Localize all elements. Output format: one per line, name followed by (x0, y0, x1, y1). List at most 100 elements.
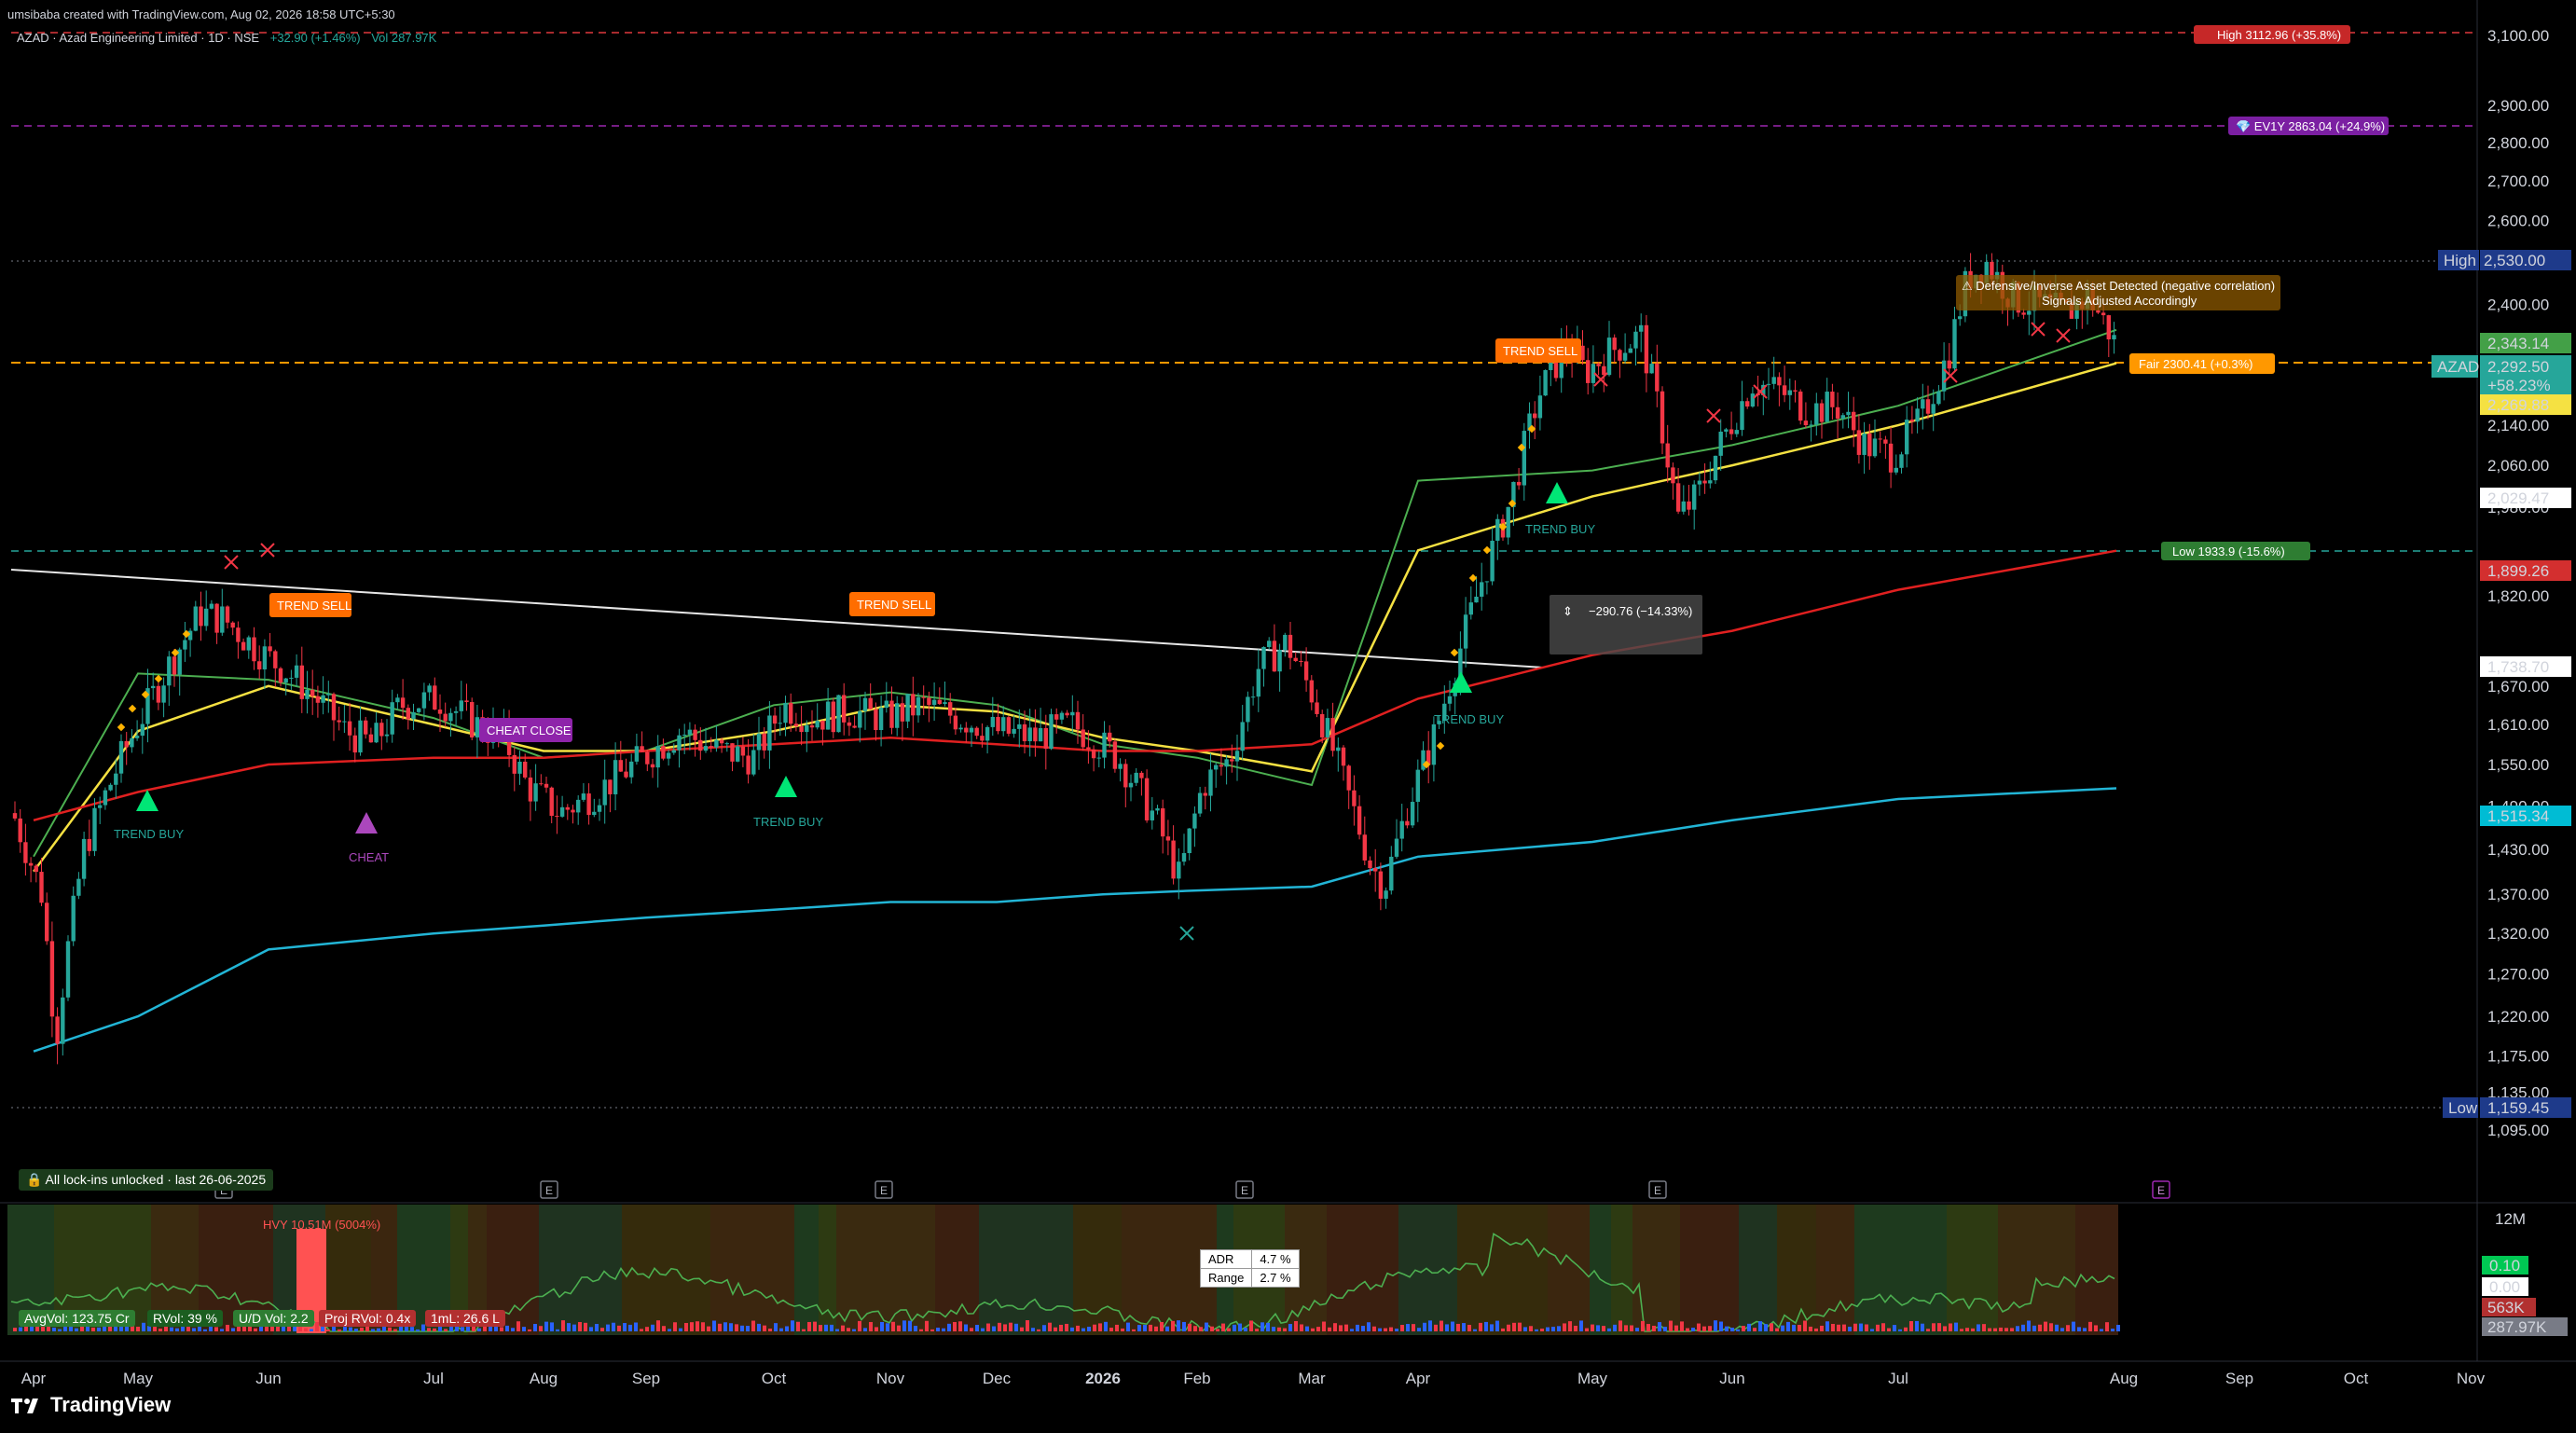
adr-label: ADR (1199, 1249, 1253, 1269)
candle-body-186 (1001, 717, 1006, 732)
candle-body-340 (1819, 403, 1825, 422)
candle-body-22 (130, 737, 134, 748)
candle-body-28 (161, 685, 166, 703)
indicator-vol-bar-320 (1803, 1320, 1807, 1331)
indicator-vol-bar-212 (1199, 1327, 1203, 1331)
trend-line[interactable] (10, 569, 1544, 668)
price-tick-10: 1,670.00 (2487, 678, 2549, 696)
time-tick-12: Apr (1406, 1370, 1431, 1387)
indicator-vol-bar-115 (656, 1320, 660, 1331)
svg-text:2,029.47: 2,029.47 (2487, 489, 2549, 507)
candle-body-342 (1830, 392, 1835, 407)
svg-text:1,159.45: 1,159.45 (2487, 1099, 2549, 1117)
indicator-vol-bar-310 (1747, 1323, 1751, 1331)
candle-body-180 (969, 727, 974, 733)
candle-body-254 (1362, 834, 1367, 861)
buy-triangle-2 (1450, 671, 1472, 693)
candle-body-153 (825, 701, 831, 730)
indicator-vol-bar-237 (1339, 1325, 1343, 1331)
indicator-vol-bar-223 (1260, 1322, 1264, 1331)
candle-body-256 (1373, 868, 1378, 872)
indicator-vol-bar-348 (1960, 1329, 1963, 1331)
indicator-vol-bar-174 (986, 1323, 990, 1331)
candle-body-119 (645, 751, 650, 765)
candle-body-219 (1177, 861, 1181, 879)
candle-body-59 (326, 694, 331, 696)
indicator-vol-bar-194 (1098, 1323, 1102, 1331)
time-axis[interactable]: Apr May Jun Jul Aug Sep Oct Nov Dec 2026 Feb Mar Apr… (21, 1370, 2486, 1387)
indicator-vol-bar-376 (2116, 1324, 2120, 1331)
candle-body-139 (751, 750, 756, 775)
earnings-marker-label-4: E (2157, 1184, 2165, 1197)
indicator-vol-bar-10 (69, 1326, 73, 1331)
sell-cross-0 (224, 555, 239, 570)
indicator-vol-bar-104 (595, 1323, 599, 1331)
indicator-vol-bar-181 (1026, 1320, 1029, 1331)
indicator-vol-bar-327 (1842, 1324, 1846, 1331)
indicator-vol-bar-337 (1898, 1329, 1902, 1331)
candle-body-288 (1543, 369, 1548, 396)
indicator-vol-bar-103 (589, 1327, 593, 1331)
indicator-vol-bar-235 (1328, 1327, 1331, 1331)
candle-body-311 (1665, 443, 1670, 468)
indicator-vol-bar-162 (919, 1329, 923, 1331)
candle-body-34 (193, 606, 198, 631)
indicator-vol-bar-105 (600, 1328, 604, 1331)
indicator-vol-bar-315 (1775, 1328, 1779, 1331)
indicator-vol-bar-326 (1837, 1324, 1840, 1331)
indicator-vol-bar-252 (1423, 1322, 1426, 1331)
indicator-vol-bar-341 (1921, 1323, 1924, 1331)
indicator-vol-bar-374 (2105, 1322, 2109, 1331)
candle-body-43 (241, 641, 246, 651)
earnings-markers[interactable]: E E E E EE (214, 1180, 2170, 1199)
indicator-vol-bar-278 (1568, 1321, 1572, 1331)
indicator-vol-bar-246 (1389, 1327, 1393, 1331)
svg-text:⇕: ⇕ (1563, 604, 1573, 618)
candle-body-276 (1480, 582, 1484, 597)
candle-body-378 (2021, 312, 2026, 315)
indicator-vol-bar-40 (237, 1326, 241, 1331)
candle-body-337 (1803, 420, 1809, 426)
candle-body-242 (1299, 661, 1303, 663)
indicator-vol-bar-277 (1563, 1323, 1566, 1331)
candle-body-236 (1267, 641, 1272, 647)
candle-body-82 (448, 712, 453, 722)
indicator-vol-bar-264 (1490, 1324, 1494, 1331)
indicator-vol-bar-215 (1216, 1329, 1219, 1331)
indicator-vol-bar-243 (1372, 1326, 1376, 1331)
indicator-vol-bar-248 (1400, 1325, 1404, 1331)
candle-body-360 (1925, 399, 1931, 414)
indicator-vol-bar-186 (1054, 1327, 1057, 1331)
indicator-vol-bar-258 (1456, 1323, 1460, 1331)
indicator-vol-bar-120 (684, 1322, 688, 1331)
candle-body-127 (687, 729, 693, 735)
candle-body-67 (368, 734, 374, 743)
indicator-band-17 (935, 1205, 979, 1335)
candle-body-284 (1522, 431, 1526, 486)
candle-body-356 (1905, 420, 1909, 455)
svg-text:1,515.34: 1,515.34 (2487, 807, 2549, 825)
price-chart[interactable]: 3,100.00 2,900.00 2,800.00 2,700.00 2,600.00… (0, 0, 2576, 1433)
svg-text:Low 1933.9 (-15.6%): Low 1933.9 (-15.6%) (2172, 544, 2285, 558)
indicator-band-19 (1073, 1205, 1122, 1335)
indicator-vol-bar-290 (1635, 1328, 1639, 1331)
measure-tool[interactable]: ⇕ −290.76 (−14.33%) (1550, 595, 1702, 654)
indicator-vol-bar-239 (1350, 1329, 1354, 1331)
candle-body-191 (1027, 727, 1032, 742)
indicator-vol-bar-160 (908, 1320, 912, 1331)
indicator-vol-bar-123 (701, 1322, 705, 1331)
indicator-vol-bar-263 (1484, 1321, 1488, 1331)
candle-body-47 (262, 646, 268, 669)
tradingview-brand[interactable]: TradingView (11, 1393, 171, 1417)
indicator-vol-bar-238 (1344, 1324, 1348, 1331)
svg-text:0.10: 0.10 (2489, 1257, 2520, 1275)
candle-body-68 (374, 723, 379, 743)
candle-body-197 (1059, 712, 1065, 720)
fair-level-tag: Fair 2300.41 (+0.3%) (2129, 353, 2275, 374)
candle-body-56 (310, 689, 315, 696)
indicator-vol-bar-213 (1205, 1322, 1208, 1331)
price-axis[interactable]: 3,100.00 2,900.00 2,800.00 2,700.00 2,600.00… (2487, 27, 2549, 1139)
indicator-vol-bar-335 (1887, 1328, 1891, 1331)
candle-body-263 (1410, 802, 1415, 826)
indicator-vol-bar-57 (332, 1326, 336, 1331)
